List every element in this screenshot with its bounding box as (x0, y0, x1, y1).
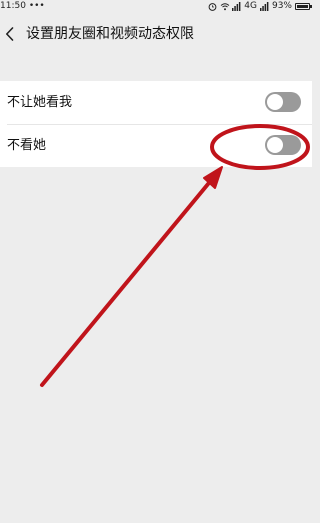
screen: 11:50 ••• 4G 93% 设置朋友圈和视频动态权限 不让她看我 不看她 (0, 0, 312, 523)
toggle-knob (267, 137, 283, 153)
status-bar: 11:50 ••• 4G 93% (0, 0, 312, 12)
pointer-arrowhead (203, 166, 223, 189)
battery-fill (297, 4, 308, 8)
status-time: 11:50 (0, 1, 26, 11)
title-bar: 设置朋友圈和视频动态权限 (0, 12, 312, 56)
status-left: 11:50 ••• (0, 0, 45, 12)
back-button[interactable] (0, 12, 24, 56)
dont-see-her-moments-toggle[interactable] (265, 135, 301, 155)
status-dots: ••• (28, 1, 45, 11)
alarm-icon (208, 2, 217, 11)
wifi-icon (220, 2, 230, 11)
page-title: 设置朋友圈和视频动态权限 (26, 26, 194, 42)
annotation-overlay (40, 124, 310, 387)
setting-row-hide-from-her: 不让她看我 (0, 81, 312, 124)
pointer-arrow-line (40, 176, 215, 387)
settings-list: 不让她看我 不看她 (0, 81, 312, 167)
battery-icon (295, 2, 312, 10)
chevron-left-icon (6, 27, 14, 41)
signal-icon (232, 1, 241, 11)
toggle-knob (267, 94, 283, 110)
network-type: 4G (244, 1, 257, 11)
setting-label: 不看她 (7, 138, 47, 153)
status-right: 4G 93% (208, 0, 312, 12)
battery-percent: 93% (271, 1, 292, 11)
setting-label: 不让她看我 (7, 95, 73, 110)
signal-icon (259, 1, 269, 11)
hide-moments-from-her-toggle[interactable] (265, 92, 301, 112)
setting-row-dont-see-her: 不看她 (0, 124, 312, 167)
